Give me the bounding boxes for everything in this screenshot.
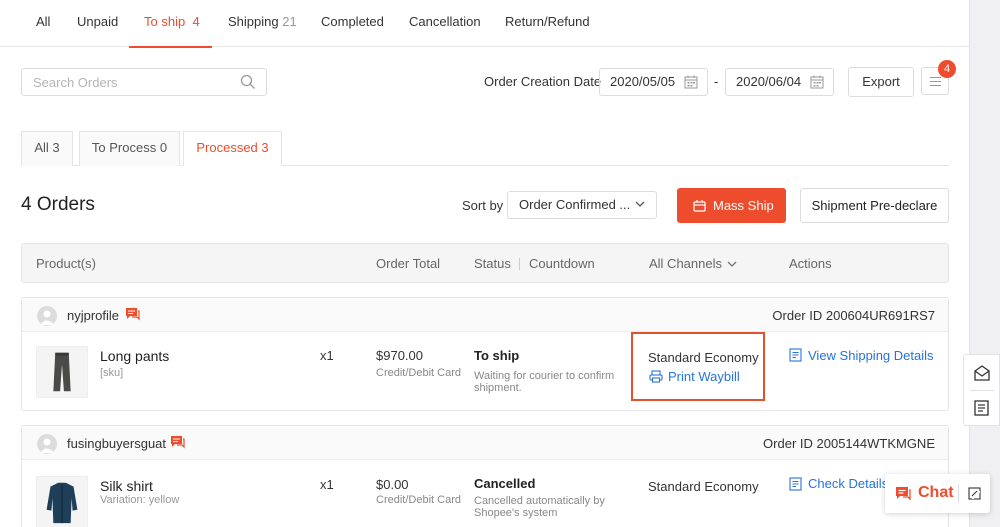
order-status: To ship (474, 348, 520, 363)
status-description: Cancelled automatically by Shopee's syst… (474, 495, 605, 519)
order-card-header: fusingbuyersguat Order ID 2005144WTKMGNE (22, 426, 948, 460)
tab-label: All (36, 14, 51, 29)
tab-to-ship[interactable]: To ship 4 (129, 0, 212, 48)
order-id: Order ID 200604UR691RS7 (772, 308, 935, 323)
chat-button[interactable]: Chat (885, 474, 990, 513)
tab-all[interactable]: All (36, 0, 50, 47)
mail-icon[interactable] (973, 364, 991, 382)
date-separator: - (714, 74, 719, 89)
avatar (37, 434, 57, 454)
shipment-predeclare-button[interactable]: Shipment Pre-declare (800, 188, 949, 223)
tab-cancellation[interactable]: Cancellation (409, 0, 481, 47)
panel-divider (970, 390, 994, 391)
order-status: Cancelled (474, 476, 536, 491)
date-from-field[interactable]: 2020/05/05 (599, 68, 708, 96)
expand-icon[interactable] (968, 487, 981, 500)
chat-icon[interactable] (170, 435, 185, 450)
tab-label: Cancellation (409, 14, 481, 29)
tab-count: 21 (282, 14, 297, 29)
col-order-total: Order Total (376, 256, 441, 271)
tab-label: Unpaid (77, 14, 119, 29)
col-status: Status (474, 256, 511, 271)
column-divider (519, 258, 520, 270)
subtab-all[interactable]: All 3 (21, 131, 73, 166)
date-filter-label: Order Creation Date (484, 74, 602, 89)
col-channels-filter[interactable]: All Channels (649, 256, 722, 271)
buyer-username[interactable]: fusingbuyersguat (67, 436, 166, 451)
order-total: $0.00 (376, 477, 409, 492)
date-to-value: 2020/06/04 (736, 74, 802, 89)
date-to-field[interactable]: 2020/06/04 (725, 68, 834, 96)
status-description: Waiting for courier to confirm shipment. (474, 370, 615, 394)
tab-count: 4 (192, 14, 200, 29)
chevron-down-icon[interactable] (727, 259, 737, 269)
product-variation: [sku] (100, 367, 124, 379)
tab-label: Return/Refund (505, 14, 590, 29)
view-shipping-details-link[interactable]: View Shipping Details (808, 348, 934, 363)
order-card-header: nyjprofile Order ID 200604UR691RS7 (22, 298, 948, 332)
chevron-down-icon (635, 201, 645, 207)
product-variation: Variation: yellow (100, 494, 180, 506)
search-box (21, 68, 267, 96)
subtab-processed[interactable]: Processed 3 (183, 131, 282, 166)
check-details-link[interactable]: Check Details (808, 476, 888, 491)
chat-icon (896, 487, 911, 501)
notification-badge: 4 (938, 60, 956, 78)
col-product: Product(s) (36, 256, 96, 271)
search-input[interactable] (22, 69, 232, 95)
mass-ship-button[interactable]: Mass Ship (677, 188, 786, 223)
box-icon (693, 200, 706, 212)
product-image (36, 346, 88, 398)
order-card: fusingbuyersguat Order ID 2005144WTKMGNE… (21, 425, 949, 527)
floating-tools-panel (963, 354, 1000, 426)
tab-return-refund[interactable]: Return/Refund (505, 0, 590, 47)
chat-label: Chat (918, 484, 954, 501)
sort-dropdown[interactable]: Order Confirmed ... (507, 191, 657, 219)
subtab-to-process[interactable]: To Process 0 (79, 131, 180, 166)
avatar (37, 306, 57, 326)
highlight-box (631, 332, 765, 401)
tab-label: Completed (321, 14, 384, 29)
right-sidebar (969, 0, 1000, 527)
product-quantity: x1 (320, 348, 334, 363)
payment-method: Credit/Debit Card (376, 494, 461, 506)
date-from-value: 2020/05/05 (610, 74, 676, 89)
shipping-channel: Standard Economy (648, 479, 759, 494)
mass-ship-label: Mass Ship (713, 198, 774, 213)
col-countdown: Countdown (529, 256, 595, 271)
tab-label: Shipping (228, 14, 279, 29)
notes-icon[interactable] (973, 399, 991, 417)
chat-divider (958, 484, 959, 502)
orders-table-header: Product(s) Order Total Status Countdown … (21, 243, 949, 283)
chat-icon[interactable] (125, 307, 140, 322)
product-name[interactable]: Silk shirt (100, 478, 153, 494)
sort-label: Sort by (462, 198, 504, 213)
sort-value: Order Confirmed ... (519, 197, 631, 212)
export-button[interactable]: Export (848, 67, 914, 97)
tab-completed[interactable]: Completed (321, 0, 384, 47)
orders-count: 4 Orders (21, 194, 95, 215)
order-total: $970.00 (376, 348, 423, 363)
order-status-tabs: All Unpaid To ship 4 Shipping 21 Complet… (0, 0, 969, 48)
tab-shipping[interactable]: Shipping 21 (228, 0, 297, 47)
payment-method: Credit/Debit Card (376, 367, 461, 379)
col-actions: Actions (789, 256, 832, 271)
document-icon[interactable] (789, 477, 802, 491)
tab-unpaid[interactable]: Unpaid (77, 0, 118, 47)
product-image (36, 476, 88, 527)
buyer-username[interactable]: nyjprofile (67, 308, 119, 323)
list-icon (930, 77, 941, 86)
calendar-icon (684, 75, 698, 89)
tab-label: To ship (144, 14, 186, 29)
order-id: Order ID 2005144WTKMGNE (763, 436, 935, 451)
product-name[interactable]: Long pants (100, 348, 169, 364)
order-management-page: All Unpaid To ship 4 Shipping 21 Complet… (0, 0, 969, 527)
document-icon[interactable] (789, 348, 802, 362)
calendar-icon (810, 75, 824, 89)
order-card: nyjprofile Order ID 200604UR691RS7 Long … (21, 297, 949, 411)
product-quantity: x1 (320, 477, 334, 492)
search-icon[interactable] (240, 74, 256, 90)
